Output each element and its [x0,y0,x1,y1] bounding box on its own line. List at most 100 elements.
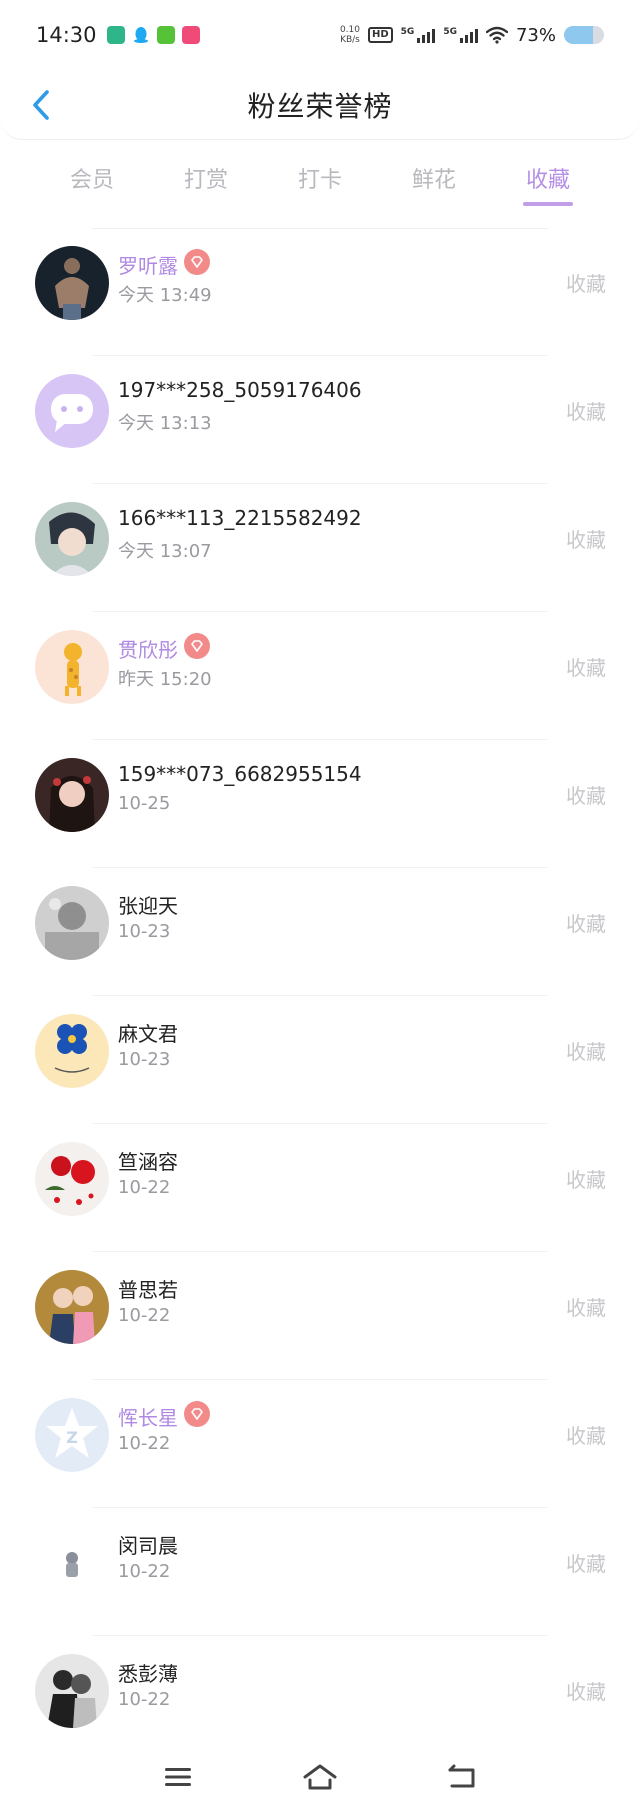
system-nav-bar [0,1745,640,1817]
fan-row[interactable]: 闵司晨 10-22 收藏 [0,1520,640,1648]
row-divider [92,1123,548,1124]
back-icon [448,1764,475,1788]
favorite-action-label[interactable]: 收藏 [566,1292,606,1321]
tab-shoucang[interactable]: 收藏 [508,162,588,194]
favorite-action-label[interactable]: 收藏 [566,1420,606,1449]
home-button[interactable] [296,1753,344,1801]
favorite-action-label[interactable]: 收藏 [566,1036,606,1065]
fan-name: 悉彭薄 [118,1662,178,1686]
favorite-action-label[interactable]: 收藏 [566,524,606,553]
fan-row[interactable]: 张迎天 10-23 收藏 [0,880,640,1008]
aggregator-app-icon [106,26,125,44]
favorite-action-label[interactable]: 收藏 [566,1676,606,1705]
row-divider [92,611,548,612]
fan-row[interactable]: 笪涵容 10-22 收藏 [0,1136,640,1264]
tab-huiyuan[interactable]: 会员 [52,162,132,194]
wechat-icon [156,26,175,44]
sim1-label: 5G [400,27,415,37]
favorite-action-label[interactable]: 收藏 [566,780,606,809]
fan-name: 恽长星 [118,1406,178,1430]
avatar[interactable] [35,246,109,320]
net-speed-unit: KB/s [340,35,360,45]
net-speed: 0.10 KB/s [340,25,360,45]
battery-percent: 73% [515,24,556,46]
avatar[interactable] [35,1270,109,1344]
avatar[interactable] [35,630,109,704]
avatar[interactable] [35,502,109,576]
fan-name: 张迎天 [118,894,178,918]
status-indicators: 0.10 KB/s HD 5G 5G 73% [340,25,604,46]
fan-time: 10-23 [118,1049,171,1070]
favorite-action-label[interactable]: 收藏 [566,1164,606,1193]
favorite-action-label[interactable]: 收藏 [566,268,606,297]
row-divider [92,355,548,356]
signal-sim2-icon: 5G [443,27,478,43]
avatar[interactable] [35,1142,109,1216]
vip-badge [184,249,210,275]
fan-name: 贯欣彤 [118,638,178,662]
fan-time: 10-22 [118,1561,171,1582]
row-divider [92,739,548,740]
wifi-icon [485,26,508,44]
fan-name: 166***113_2215582492 [118,506,362,530]
menu-icon [165,1768,191,1786]
fan-name: 闵司晨 [118,1534,178,1558]
avatar[interactable] [35,758,109,832]
tab-xianhua[interactable]: 鲜花 [394,162,474,194]
fan-row[interactable]: 麻文君 10-23 收藏 [0,1008,640,1136]
tabs-divider [92,228,548,229]
avatar[interactable] [35,1014,109,1088]
fan-time: 今天 13:13 [118,413,212,434]
sim2-label: 5G [443,27,457,37]
fan-time: 10-22 [118,1689,171,1710]
battery-icon [564,26,604,44]
row-divider [92,1507,548,1508]
fan-name: 笪涵容 [118,1150,178,1174]
fan-row[interactable]: 159***073_6682955154 10-25 收藏 [0,752,640,880]
shop-app-icon [181,26,200,44]
fan-time: 10-23 [118,921,171,942]
row-divider [92,995,548,996]
back-button[interactable] [20,84,62,126]
status-time: 14:30 [36,23,97,47]
fan-row[interactable]: Z 恽长星 10-22 收藏 [0,1392,640,1520]
avatar[interactable]: Z [35,1398,109,1472]
fan-row[interactable]: 罗听露 今天 13:49 收藏 [0,240,640,368]
hd-icon: HD [368,27,393,43]
signal-sim1-icon: 5G [401,27,436,43]
top-app-bar: 粉丝荣誉榜 [0,70,640,140]
favorite-action-label[interactable]: 收藏 [566,908,606,937]
avatar[interactable] [35,374,109,448]
fan-name: 197***258_5059176406 [118,378,362,402]
fan-row[interactable]: 普思若 10-22 收藏 [0,1264,640,1392]
tab-dashang[interactable]: 打赏 [166,162,246,194]
fan-name: 159***073_6682955154 [118,762,362,786]
favorite-action-label[interactable]: 收藏 [566,396,606,425]
battery-level-fill [564,26,594,44]
favorite-action-label[interactable]: 收藏 [566,1548,606,1577]
back-nav-button[interactable] [438,1753,486,1801]
chevron-left-icon [33,90,49,120]
fan-name: 普思若 [118,1278,178,1302]
fan-row[interactable]: 贯欣彤 昨天 15:20 收藏 [0,624,640,752]
tab-daka[interactable]: 打卡 [280,162,360,194]
fan-time: 10-22 [118,1433,171,1454]
vip-badge [184,1401,210,1427]
avatar[interactable] [35,1526,109,1600]
status-bar: 14:30 0.10 KB/s HD 5G 5G 73% [0,0,640,70]
avatar[interactable] [35,1654,109,1728]
diamond-icon [191,1408,203,1420]
fan-time: 今天 13:07 [118,541,212,562]
avatar[interactable] [35,886,109,960]
vip-badge [184,633,210,659]
notification-app-icons [106,26,200,44]
menu-button[interactable] [154,1753,202,1801]
row-divider [92,1379,548,1380]
fan-row[interactable]: 197***258_5059176406 今天 13:13 收藏 [0,368,640,496]
net-speed-value: 0.10 [339,25,360,35]
fan-row[interactable]: 166***113_2215582492 今天 13:07 收藏 [0,496,640,624]
row-divider [92,1251,548,1252]
active-tab-indicator [523,202,573,206]
home-icon [303,1764,337,1790]
favorite-action-label[interactable]: 收藏 [566,652,606,681]
